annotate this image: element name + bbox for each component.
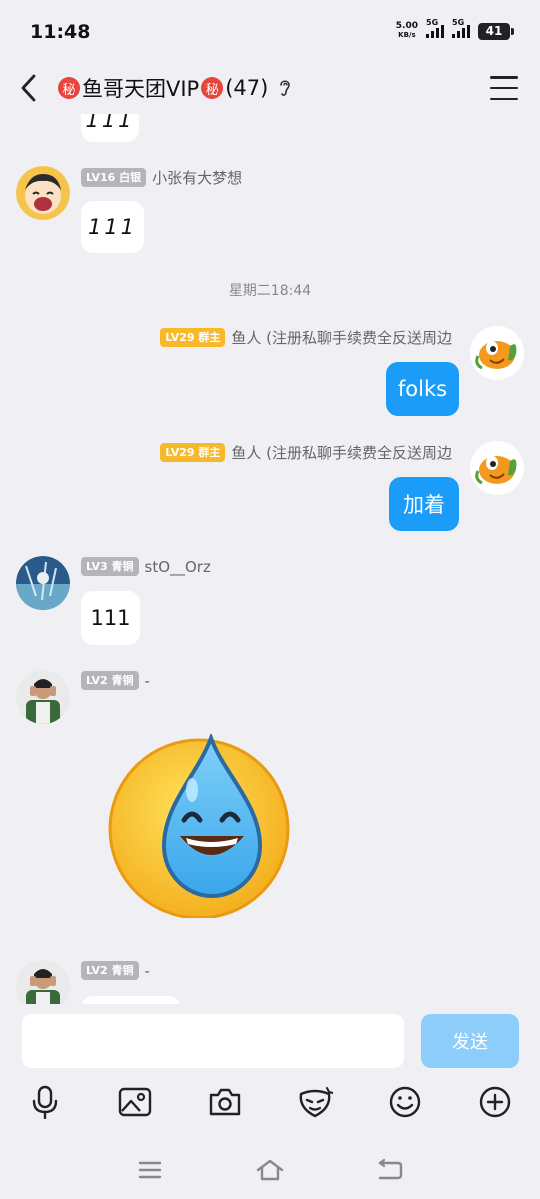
message-text: 111	[87, 215, 138, 239]
home-icon	[256, 1159, 284, 1180]
signal-sim1-icon: 5G	[426, 18, 444, 38]
sender-nickname[interactable]: stO__Orz	[145, 558, 211, 576]
message-text: folks	[397, 377, 448, 401]
chevron-left-icon	[21, 74, 36, 102]
input-bar: 发送	[0, 1004, 540, 1080]
more-button[interactable]	[450, 1080, 540, 1124]
menu-line	[490, 76, 518, 79]
chat-header: 秘 鱼哥天团VIP 秘 (47)	[0, 62, 540, 114]
message-bubble-self[interactable]: folks	[386, 362, 459, 416]
magic-sticker-button[interactable]	[270, 1080, 360, 1124]
sender-nickname[interactable]: 鱼人 (注册私聊手续费全反送周边	[231, 327, 452, 348]
camera-icon	[209, 1088, 241, 1116]
secret-badge-right: 秘	[201, 77, 224, 99]
battery-level: 41	[485, 24, 503, 38]
sender-nickname[interactable]: 鱼人 (注册私聊手续费全反送周边	[231, 442, 452, 463]
menu-button[interactable]	[490, 76, 518, 100]
level-badge: LV2 青铜	[81, 961, 139, 980]
recent-apps-button[interactable]	[130, 1150, 170, 1190]
sender-nickname[interactable]: -	[145, 962, 150, 980]
avatar[interactable]	[16, 670, 70, 724]
message-bubble[interactable]: 111	[81, 591, 140, 645]
group-title[interactable]: 秘 鱼哥天团VIP 秘 (47)	[56, 73, 292, 103]
avatar-self[interactable]	[470, 441, 524, 495]
voice-button[interactable]	[0, 1080, 90, 1124]
message-bubble[interactable]: 111	[81, 201, 144, 253]
message-input[interactable]	[22, 1014, 404, 1068]
microphone-icon	[32, 1085, 58, 1119]
message-text: 111	[85, 114, 135, 132]
battery-icon: 41	[478, 22, 514, 40]
message-bubble-self[interactable]: 加着	[389, 477, 459, 531]
chat-messages[interactable]: 111 LV16 白银 小张有大梦想 111 星期二18:44 LV29 群主 …	[0, 114, 540, 1004]
avatar[interactable]	[16, 960, 70, 1004]
sim2-label: 5G	[452, 18, 465, 27]
plus-circle-icon	[479, 1086, 511, 1118]
level-badge: LV3 青铜	[81, 557, 139, 576]
network-speed-unit: KB/s	[398, 31, 416, 39]
level-badge-owner: LV29 群主	[160, 328, 226, 347]
status-bar: 11:48 5.00 KB/s 5G 5G 41	[0, 0, 540, 62]
image-button[interactable]	[90, 1080, 180, 1124]
level-badge: LV16 白银	[81, 168, 147, 187]
sender-info: LV2 青铜 -	[81, 961, 150, 980]
emoji-button[interactable]	[360, 1080, 450, 1124]
back-nav-button[interactable]	[370, 1150, 410, 1190]
sender-info: LV29 群主 鱼人 (注册私聊手续费全反送周边	[160, 327, 452, 348]
level-badge: LV2 青铜	[81, 671, 139, 690]
member-count: (47)	[225, 76, 269, 100]
smiley-icon	[389, 1086, 421, 1118]
status-time: 11:48	[30, 21, 91, 43]
message-text: 111	[90, 606, 131, 630]
message-text: 加着	[403, 493, 445, 517]
level-badge-owner: LV29 群主	[160, 443, 226, 462]
earpiece-mode-icon	[280, 80, 291, 96]
signal-sim2-icon: 5G	[452, 18, 470, 38]
sticker-water-drop-emoji[interactable]	[108, 732, 292, 920]
status-icons: 5.00 KB/s 5G 5G 41	[396, 18, 514, 40]
home-button[interactable]	[250, 1150, 290, 1190]
avatar-self[interactable]	[470, 326, 524, 380]
system-nav-bar	[0, 1140, 540, 1199]
face-mask-icon	[299, 1087, 333, 1118]
menu-lines-icon	[138, 1161, 162, 1178]
secret-badge-left: 秘	[58, 77, 80, 99]
camera-button[interactable]	[180, 1080, 270, 1124]
sender-nickname[interactable]: -	[145, 672, 150, 690]
sender-info: LV3 青铜 stO__Orz	[81, 557, 211, 576]
back-button[interactable]	[0, 62, 56, 114]
message-bubble-partial[interactable]: 111	[81, 114, 139, 142]
return-icon	[378, 1158, 403, 1179]
sender-nickname[interactable]: 小张有大梦想	[152, 167, 242, 188]
sim1-label: 5G	[426, 18, 439, 27]
time-separator: 星期二18:44	[228, 283, 312, 299]
message-bubble-partial[interactable]	[81, 996, 181, 1004]
sender-info: LV16 白银 小张有大梦想	[81, 167, 242, 188]
send-button[interactable]: 发送	[421, 1014, 519, 1068]
input-toolbar	[0, 1080, 540, 1124]
image-icon	[118, 1087, 152, 1117]
menu-line	[490, 86, 518, 90]
sender-info: LV2 青铜 -	[81, 671, 150, 690]
sender-info: LV29 群主 鱼人 (注册私聊手续费全反送周边	[160, 442, 452, 463]
network-speed: 5.00 KB/s	[396, 22, 418, 40]
group-name: 鱼哥天团VIP	[82, 77, 200, 101]
avatar[interactable]	[16, 556, 70, 610]
avatar[interactable]	[16, 166, 70, 220]
menu-line	[490, 97, 518, 100]
network-speed-value: 5.00	[395, 21, 418, 31]
